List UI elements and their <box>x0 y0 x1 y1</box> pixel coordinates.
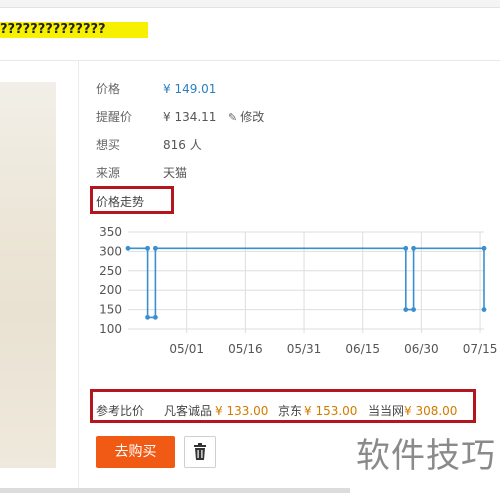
product-image[interactable] <box>0 82 56 468</box>
data-point <box>403 307 409 312</box>
data-point <box>403 245 409 251</box>
chart-grid <box>128 231 484 333</box>
delete-button[interactable] <box>184 436 216 468</box>
data-point <box>152 314 158 320</box>
price-label: 价格 <box>96 82 121 96</box>
x-tick-label: 05/16 <box>228 342 263 356</box>
chart-series <box>125 245 487 320</box>
alert-price-value: ¥ 134.11 <box>163 110 217 124</box>
source-value: 天猫 <box>163 166 188 180</box>
price-value: ¥ 149.01 <box>163 82 217 96</box>
want-label: 想买 <box>96 138 121 152</box>
browser-top-strip <box>0 0 500 8</box>
data-point <box>481 307 487 312</box>
buy-button[interactable]: 去购买 <box>96 436 175 468</box>
highlight-box-reference-edge <box>473 389 476 423</box>
price-trend-chart: 100150200250300350 05/01 05/16 05/31 06/15 0… <box>99 225 497 356</box>
source-label: 来源 <box>96 166 121 180</box>
watermark-text: 软件技巧 <box>356 436 496 476</box>
data-point <box>411 245 416 251</box>
series-line <box>128 247 485 319</box>
header-divider <box>0 60 500 61</box>
trash-icon <box>194 443 206 460</box>
data-point <box>411 307 416 312</box>
want-value: 816 人 <box>163 138 202 152</box>
y-tick-label: 350 <box>99 225 122 239</box>
data-point <box>481 245 487 251</box>
y-tick-label: 150 <box>99 303 122 317</box>
edit-label: 修改 <box>240 110 265 124</box>
edit-alert-link[interactable]: ✎ 修改 <box>228 108 264 127</box>
x-tick-label: 06/30 <box>404 342 439 356</box>
pencil-icon: ✎ <box>228 111 238 124</box>
chart-y-ticks: 100 150 200 250 300 350 <box>99 225 122 336</box>
x-tick-label: 07/15 <box>463 342 498 356</box>
photo-divider <box>78 60 79 493</box>
highlight-box-reference <box>90 389 476 423</box>
y-tick-label: 100 <box>99 322 122 336</box>
x-tick-label: 06/15 <box>345 342 380 356</box>
y-tick-label: 200 <box>99 283 122 297</box>
data-point <box>152 245 158 251</box>
x-tick-label: 05/31 <box>287 342 322 356</box>
chart-x-ticks: 05/01 05/16 05/31 06/15 06/30 07/15 <box>169 342 497 356</box>
x-tick-label: 05/01 <box>169 342 204 356</box>
data-point <box>145 314 150 320</box>
y-tick-label: 300 <box>99 244 122 258</box>
page-title: ?????????????? <box>0 22 106 37</box>
highlight-box-trend <box>90 186 174 214</box>
y-tick-label: 250 <box>99 264 122 278</box>
data-point <box>145 245 150 251</box>
alert-price-label: 提醒价 <box>96 110 133 124</box>
bottom-scroll-edge <box>0 488 350 493</box>
data-point <box>125 245 131 251</box>
